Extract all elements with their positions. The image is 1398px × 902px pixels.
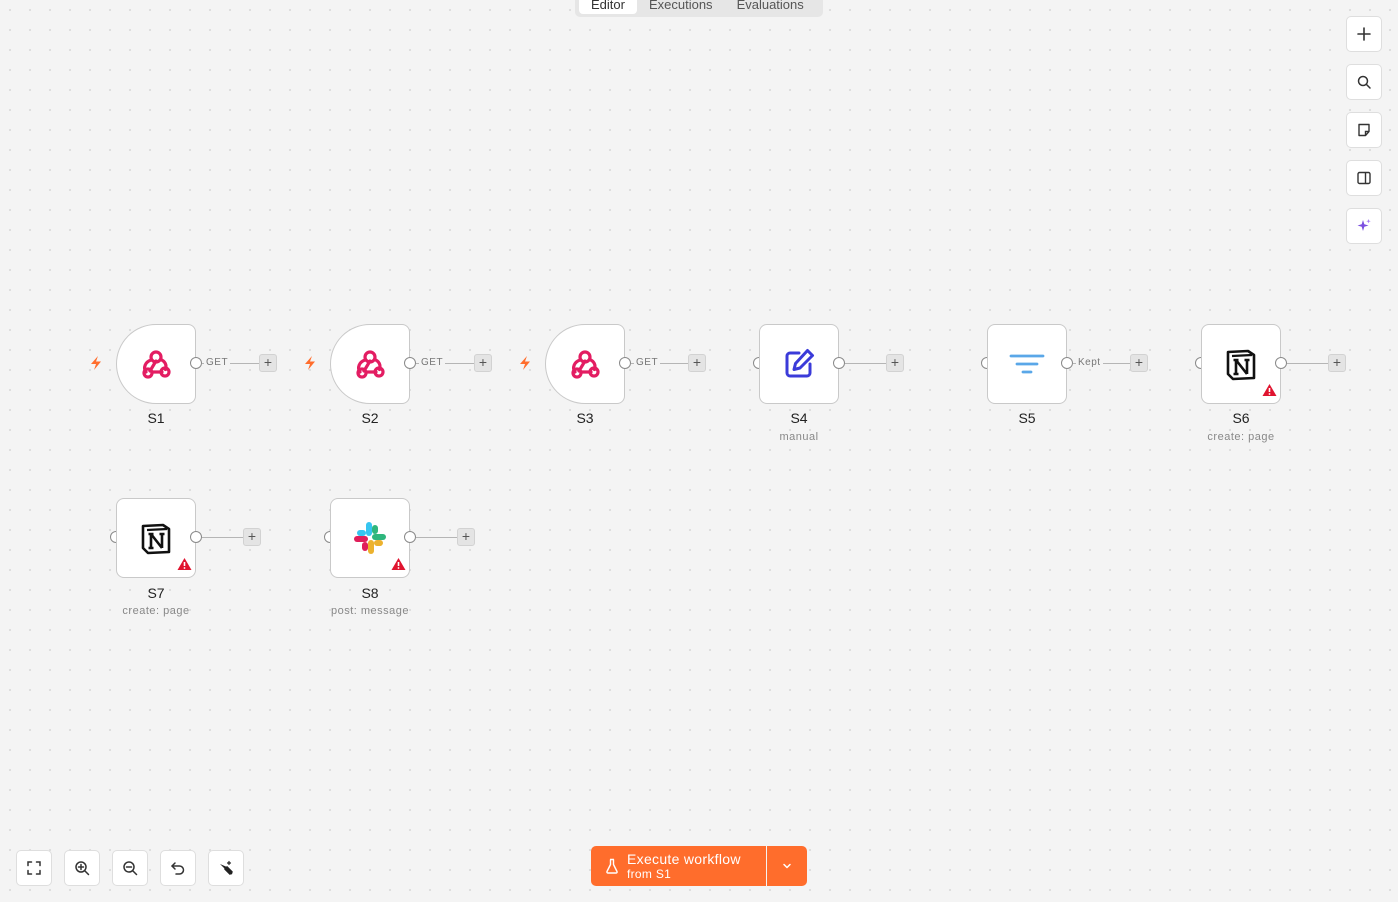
add-node-plus-button[interactable]: + xyxy=(688,354,706,372)
node-subtitle: create: page xyxy=(1207,431,1275,443)
undo-icon xyxy=(171,862,185,875)
output-handle[interactable] xyxy=(1061,357,1073,369)
tab-editor[interactable]: Editor xyxy=(579,0,637,14)
node-s1[interactable] xyxy=(116,324,196,404)
add-node-plus-button[interactable]: + xyxy=(1328,354,1346,372)
panel-icon xyxy=(1357,171,1371,185)
node-s6[interactable] xyxy=(1201,324,1281,404)
add-node-plus-button[interactable]: + xyxy=(474,354,492,372)
output-handle[interactable] xyxy=(833,357,845,369)
tidy-up-button[interactable] xyxy=(208,850,244,886)
ai-sparkle-icon xyxy=(1357,219,1371,231)
notion-icon xyxy=(141,523,171,555)
connection-line xyxy=(202,537,244,538)
output-handle[interactable] xyxy=(190,531,202,543)
execute-workflow-button[interactable]: Execute workflow from S1 xyxy=(591,846,766,886)
view-tabs: Editor Executions Evaluations xyxy=(575,0,823,17)
zoom-in-button[interactable] xyxy=(64,850,100,886)
connection-line xyxy=(1287,363,1329,364)
plus-icon xyxy=(1357,27,1371,41)
search-nodes-button[interactable] xyxy=(1346,64,1382,100)
execute-label: Execute workflow xyxy=(627,851,741,867)
node-name: S2 xyxy=(361,410,379,426)
execute-options-dropdown[interactable] xyxy=(767,846,807,886)
sticky-note-icon xyxy=(1358,123,1370,137)
output-handle[interactable] xyxy=(404,531,416,543)
webhook-icon xyxy=(571,350,600,379)
node-s3[interactable] xyxy=(545,324,625,404)
node-name: S8 xyxy=(361,585,379,601)
warning-icon[interactable] xyxy=(1262,383,1277,397)
connection-line xyxy=(845,363,887,364)
undo-button[interactable] xyxy=(160,850,196,886)
tidy-up-icon xyxy=(220,860,233,875)
node-name: S3 xyxy=(576,410,594,426)
slack-icon xyxy=(354,522,386,554)
edge-label: GET xyxy=(204,357,231,369)
node-subtitle: create: page xyxy=(122,605,190,617)
node-s8[interactable] xyxy=(330,498,410,578)
node-name: S1 xyxy=(147,410,165,426)
node-name: S7 xyxy=(147,585,165,601)
node-s2[interactable] xyxy=(330,324,410,404)
webhook-icon xyxy=(142,350,171,379)
edge-label: GET xyxy=(419,357,446,369)
node-s7[interactable] xyxy=(116,498,196,578)
ai-assistant-button[interactable] xyxy=(1346,208,1382,244)
add-node-plus-button[interactable]: + xyxy=(259,354,277,372)
chevron-down-icon xyxy=(783,863,791,869)
node-subtitle: manual xyxy=(779,431,819,443)
node-name: S5 xyxy=(1018,410,1036,426)
add-node-plus-button[interactable]: + xyxy=(886,354,904,372)
search-icon xyxy=(1357,75,1371,89)
warning-icon[interactable] xyxy=(391,557,406,571)
trigger-bolt-icon xyxy=(91,356,101,370)
fit-view-icon xyxy=(27,861,41,875)
toggle-panel-button[interactable] xyxy=(1346,160,1382,196)
edge-label: Kept xyxy=(1076,357,1103,369)
tab-evaluations[interactable]: Evaluations xyxy=(725,0,816,14)
edit-icon xyxy=(785,349,814,378)
zoom-out-button[interactable] xyxy=(112,850,148,886)
execute-sublabel: from S1 xyxy=(627,867,672,881)
webhook-icon xyxy=(356,350,385,379)
node-name: S6 xyxy=(1232,410,1250,426)
add-node-plus-button[interactable]: + xyxy=(243,528,261,546)
fit-view-button[interactable] xyxy=(16,850,52,886)
output-handle[interactable] xyxy=(1275,357,1287,369)
node-name: S4 xyxy=(790,410,808,426)
node-subtitle: post: message xyxy=(330,605,410,617)
add-node-plus-button[interactable]: + xyxy=(457,528,475,546)
tab-executions[interactable]: Executions xyxy=(637,0,725,14)
output-handle[interactable] xyxy=(190,357,202,369)
output-handle[interactable] xyxy=(404,357,416,369)
zoom-in-icon xyxy=(75,861,90,876)
flask-icon xyxy=(606,858,618,874)
connection-line xyxy=(416,537,458,538)
add-sticky-note-button[interactable] xyxy=(1346,112,1382,148)
zoom-out-icon xyxy=(123,861,138,876)
filter-icon xyxy=(1009,354,1045,374)
warning-icon[interactable] xyxy=(177,557,192,571)
node-s4[interactable] xyxy=(759,324,839,404)
edge-label: GET xyxy=(634,357,661,369)
add-node-button[interactable] xyxy=(1346,16,1382,52)
add-node-plus-button[interactable]: + xyxy=(1130,354,1148,372)
trigger-bolt-icon xyxy=(520,356,530,370)
trigger-bolt-icon xyxy=(305,356,315,370)
node-s5[interactable] xyxy=(987,324,1067,404)
notion-icon xyxy=(1226,349,1256,381)
output-handle[interactable] xyxy=(619,357,631,369)
